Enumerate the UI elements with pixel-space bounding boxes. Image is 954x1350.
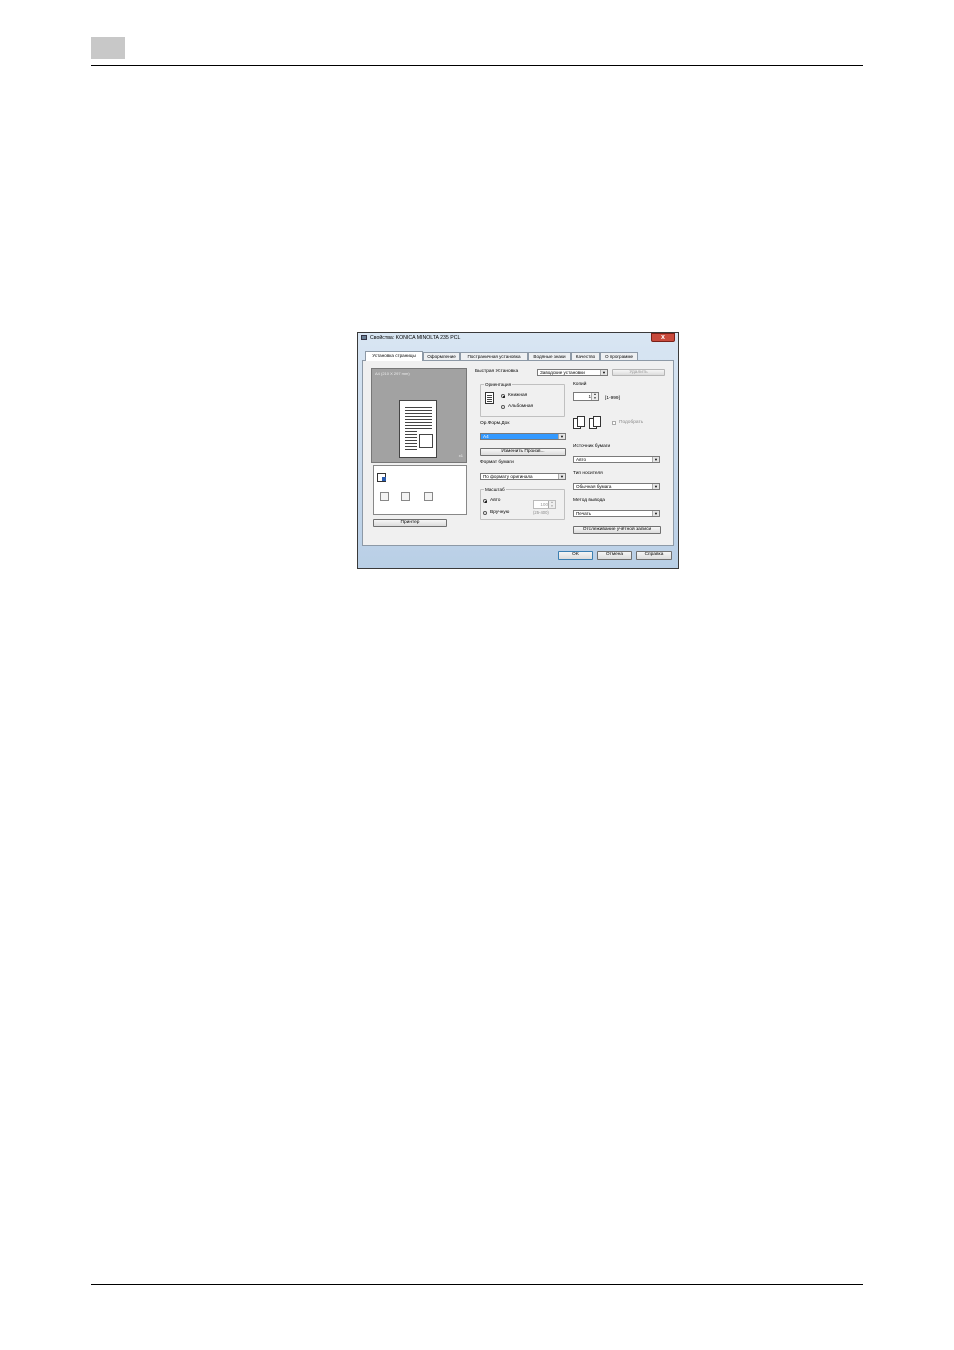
chevron-down-icon: ▼ [652,511,659,516]
paper-source-label: Источник бумаги [573,444,611,449]
original-size-label: Ор.Форм.Док [480,421,510,426]
printer-properties-dialog: Свойства: KONICA MINOLTA 235 PCL x Устан… [357,332,679,569]
orientation-group-title: Ориентация [484,382,513,387]
chapter-number-box [91,37,125,59]
chevron-down-icon: ▼ [600,370,607,375]
change-custom-size-button[interactable]: Изменить Произв... [480,448,566,456]
zoom-manual-radio[interactable] [483,511,487,515]
preview-size-caption: A4 (210 X 297 mm) [375,371,410,376]
dialog-title: Свойства: KONICA MINOLTA 235 PCL [370,335,461,341]
portrait-label: Книжная [508,393,528,398]
print-layout-preview [373,465,467,515]
printer-icon [361,335,367,340]
paper-size-label: Формат бумаги [480,460,514,465]
paper-type-label: Тип носителя [573,471,603,476]
delete-preset-button[interactable]: Удалить [612,369,665,376]
layout-punch-icon [424,492,433,501]
page-preview: A4 (210 X 297 mm) x1 [371,368,467,463]
title-bar: Свойства: KONICA MINOLTA 235 PCL x [358,333,678,343]
chevron-down-icon: ▼ [652,457,659,462]
paper-type-select[interactable]: Обычная бумага ▼ [573,483,660,490]
layout-duplex-icon [380,492,389,501]
footer-rule [91,1284,863,1285]
paper-size-select[interactable]: По формату оригинала ▼ [480,473,566,480]
quick-setup-label: Быстрая Установка [475,369,519,374]
portrait-radio[interactable] [501,394,505,398]
close-icon: x [661,334,665,341]
tab-page-setup[interactable]: Установка страницы [365,351,423,361]
portrait-document-icon [485,392,494,404]
tab-quality[interactable]: Качество [571,352,600,360]
zoom-range-label: (25-400) [533,510,549,515]
original-size-select[interactable]: A4 ▼ [480,433,566,440]
copies-uncollated-icon-back [577,416,585,427]
cancel-button[interactable]: Отмена [597,551,632,560]
collate-label: Подобрать [619,420,644,425]
layout-staple-icon [401,492,410,501]
quick-setup-select[interactable]: Заводские установки ▼ [537,369,608,376]
copies-label: Копий [573,382,587,387]
ok-button[interactable]: OK [558,551,593,560]
preview-sheet [399,400,437,458]
header-rule [91,65,863,66]
output-method-select[interactable]: Печать ▼ [573,510,660,517]
zoom-value-stepper[interactable]: 100 ▲ ▼ [533,500,556,509]
zoom-manual-label: Вручную [490,510,510,515]
printer-button[interactable]: Принтер [373,519,447,527]
zoom-auto-radio[interactable] [483,499,487,503]
zoom-auto-label: Авто [490,498,501,503]
collate-checkbox[interactable] [612,421,616,425]
zoom-group-title: Масштаб [484,487,506,492]
copies-stepper[interactable]: 1 ▲ ▼ [573,392,599,401]
output-method-label: Метод вывода [573,498,605,503]
tab-per-page-setting[interactable]: Пострaничная установка [460,352,528,360]
chevron-down-icon: ▼ [652,484,659,489]
close-button[interactable]: x [651,333,675,342]
spin-arrows-icon: ▲ ▼ [548,500,555,508]
layout-current-icon [377,473,386,482]
preview-copy-count: x1 [458,453,463,458]
chevron-down-icon: ▼ [558,434,565,439]
tab-about[interactable]: О программе [600,352,638,360]
tab-layout[interactable]: Оформление [423,352,460,360]
preview-image-placeholder [419,434,433,448]
paper-source-select[interactable]: Авто ▼ [573,456,660,463]
landscape-label: Альбомная [508,404,534,409]
copies-range-label: [1-999] [605,396,620,401]
tab-watermarks[interactable]: Водяные знаки [528,352,571,360]
chevron-down-icon: ▼ [558,474,565,479]
spin-arrows-icon: ▲ ▼ [591,392,598,400]
help-button[interactable]: Справка [636,551,672,560]
copies-collated-icon-back [593,416,601,427]
landscape-radio[interactable] [501,405,505,409]
account-track-button[interactable]: Отслеживание учётной записи [573,526,661,534]
